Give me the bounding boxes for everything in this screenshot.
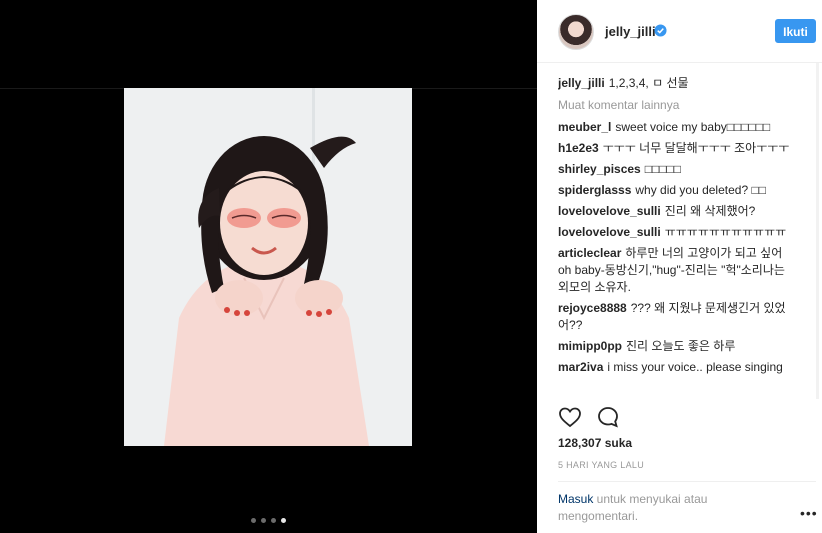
comment-text: ㅜㅜㅜ 너무 달달해ㅜㅜㅜ 조아ㅜㅜㅜ: [602, 141, 790, 155]
comment-username[interactable]: lovelovelove_sulli: [558, 204, 661, 218]
caption: jelly_jilli 1,2,3,4, ㅁ 선물: [558, 75, 796, 92]
follow-button[interactable]: Ikuti: [775, 19, 816, 43]
comment-username[interactable]: shirley_pisces: [558, 162, 641, 176]
carousel-dot[interactable]: [251, 518, 256, 523]
comment-text: 진리 오늘도 좋은 하루: [626, 339, 736, 353]
comments-scrollbar[interactable]: [816, 63, 821, 399]
comment-item: rejoyce8888??? 왜 지웠냐 문제생긴거 있었어??: [558, 300, 796, 334]
carousel-dot-active[interactable]: [281, 518, 286, 523]
divider: [558, 481, 816, 482]
more-options-icon[interactable]: •••: [800, 505, 818, 521]
comment-text: ㅠㅠㅠㅠㅠㅠㅠㅠㅠㅠㅠ: [664, 225, 787, 239]
comment-username[interactable]: meuber_l: [558, 120, 611, 134]
comment-item: shirley_pisces □□□□□: [558, 161, 796, 178]
comment-item: meuber_l sweet voice my baby□□□□□□: [558, 119, 796, 136]
comment-item: mimipp0pp 진리 오늘도 좋은 하루: [558, 338, 796, 355]
post-details-panel: jelly_jilli Ikuti jelly_jilli 1,2,3,4, ㅁ …: [537, 0, 822, 533]
verified-badge-icon: [654, 24, 667, 37]
comment-item: articleclear 하루만 너의 고양이가 되고 싶어 oh baby-동방…: [558, 245, 796, 296]
media-viewer: [0, 0, 537, 533]
header-username[interactable]: jelly_jilli: [605, 24, 656, 39]
comment-username[interactable]: spiderglasss: [558, 183, 631, 197]
photo-illustration: [124, 88, 412, 446]
post-header: jelly_jilli Ikuti: [537, 0, 822, 63]
login-link[interactable]: Masuk: [558, 492, 593, 506]
carousel-dot[interactable]: [261, 518, 266, 523]
comment-username[interactable]: lovelovelove_sulli: [558, 225, 661, 239]
comment-text: 진리 왜 삭제했어?: [664, 204, 756, 218]
avatar[interactable]: [558, 14, 594, 50]
login-prompt: Masuk untuk menyukai atau mengomentari.: [558, 491, 758, 525]
comment-username[interactable]: rejoyce8888: [558, 301, 627, 315]
comment-username[interactable]: articleclear: [558, 246, 621, 260]
comment-item: lovelovelove_sulli 진리 왜 삭제했어?: [558, 203, 796, 220]
comment-item: spiderglasss why did you deleted? □□: [558, 182, 796, 199]
comment-text: why did you deleted? □□: [635, 183, 766, 197]
comment-text: sweet voice my baby□□□□□□: [615, 120, 771, 134]
carousel-indicator: [251, 518, 286, 523]
comment-item: mar2iva i miss your voice.. please singin…: [558, 359, 796, 376]
post-photo[interactable]: [124, 88, 412, 446]
comment-item: lovelovelove_sulli ㅠㅠㅠㅠㅠㅠㅠㅠㅠㅠㅠ: [558, 224, 796, 241]
comment-item: h1e2e3 ㅜㅜㅜ 너무 달달해ㅜㅜㅜ 조아ㅜㅜㅜ: [558, 140, 796, 157]
caption-username[interactable]: jelly_jilli: [558, 76, 605, 90]
comment-username[interactable]: mar2iva: [558, 360, 603, 374]
comment-username[interactable]: mimipp0pp: [558, 339, 622, 353]
post-date[interactable]: 5 HARI YANG LALU: [558, 460, 644, 470]
comment-text: □□□□□: [644, 162, 681, 176]
post-actions: [558, 405, 620, 429]
comments-list: jelly_jilli 1,2,3,4, ㅁ 선물 Muat komentar l…: [558, 75, 796, 398]
carousel-dot[interactable]: [271, 518, 276, 523]
comment-text: i miss your voice.. please singing: [607, 360, 783, 374]
comment-bubble-icon[interactable]: [596, 405, 620, 429]
likes-count[interactable]: 128,307 suka: [558, 436, 632, 450]
load-more-comments-link[interactable]: Muat komentar lainnya: [558, 97, 796, 114]
comment-username[interactable]: h1e2e3: [558, 141, 599, 155]
heart-icon[interactable]: [558, 405, 582, 429]
scrollbar-thumb[interactable]: [816, 63, 819, 399]
caption-text: 1,2,3,4, ㅁ 선물: [608, 76, 689, 90]
